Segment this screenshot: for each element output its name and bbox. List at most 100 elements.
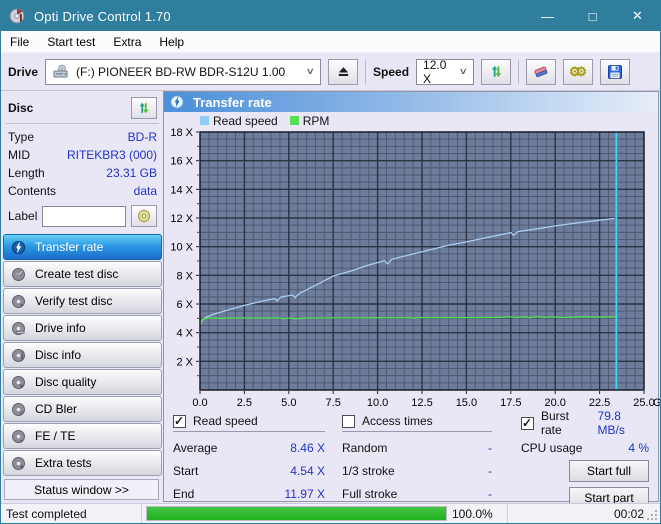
burst-rate-label: Burst rate (541, 409, 591, 437)
sidebar-item-label: Transfer rate (35, 240, 103, 254)
burst-rate-value: 79.8 MB/s (598, 409, 649, 437)
minimize-button[interactable]: — (525, 1, 570, 31)
sidebar-item-label: Create test disc (35, 267, 118, 281)
sidebar-item-label: Disc quality (35, 375, 96, 389)
disc-row-value: RITEKBR3 (000) (67, 148, 157, 162)
disc-row-value: 23.31 GB (106, 166, 157, 180)
access-times-checkbox[interactable] (342, 415, 355, 428)
close-button[interactable]: ✕ (615, 1, 660, 31)
x-tick-label: 22.5 (589, 397, 610, 409)
result-row-one-third-stroke: 1/3 stroke - (342, 464, 492, 478)
result-label: Average (173, 441, 217, 455)
legend-swatch-read-speed (200, 116, 209, 125)
result-label: 1/3 stroke (342, 464, 395, 478)
settings-button[interactable]: ⚙⚙ (563, 59, 593, 85)
sidebar-item-verify-test-disc[interactable]: Verify test disc (3, 288, 162, 314)
statusbar-separator (507, 504, 508, 523)
cpu-usage-value: 4 % (628, 441, 649, 455)
read-speed-label: Read speed (193, 414, 258, 428)
window-title: Opti Drive Control 1.70 (34, 9, 171, 24)
y-tick-label: 12 X (170, 213, 193, 225)
refresh-arrows-icon (137, 101, 151, 115)
y-tick-label: 4 X (176, 328, 193, 340)
cpu-usage-label: CPU usage (521, 441, 582, 455)
app-window: Opti Drive Control 1.70 — □ ✕ File Start… (0, 0, 661, 524)
progress-bar (146, 506, 447, 521)
read-speed-checkbox[interactable] (173, 415, 186, 428)
menu-start-test[interactable]: Start test (38, 31, 104, 52)
left-panel: Disc Type BD-R MID RITE (1, 91, 163, 503)
burst-rate-checkbox[interactable] (521, 417, 534, 430)
disc-icon (11, 402, 26, 417)
drive-label: Drive (8, 65, 38, 79)
disc-row-contents: Contents data (8, 182, 157, 200)
eject-button[interactable] (328, 59, 358, 85)
result-value: - (488, 441, 492, 455)
cd-icon (137, 209, 151, 223)
transfer-rate-panel: Transfer rate Read speed RPM 2 X4 X6 X8 … (163, 91, 659, 502)
save-button[interactable] (600, 59, 630, 85)
disc-row-label: Contents (8, 184, 56, 198)
result-label: Start (173, 464, 198, 478)
speed-select[interactable]: 12.0 X ∨ (416, 59, 474, 85)
sidebar-item-cd-bler[interactable]: CD Bler (3, 396, 162, 422)
result-label: Full stroke (342, 487, 397, 501)
disc-row-value[interactable]: data (134, 184, 157, 198)
disc-row-value: BD-R (128, 130, 157, 144)
sidebar-item-drive-info[interactable]: Drive info (3, 315, 162, 341)
disc-bolt-icon (11, 240, 26, 255)
resize-grip-icon[interactable] (644, 509, 658, 523)
x-tick-label: 7.5 (326, 397, 341, 409)
y-tick-label: 14 X (170, 184, 193, 196)
refresh-speeds-button[interactable] (481, 59, 511, 85)
result-value: 8.46 X (290, 441, 325, 455)
sidebar-item-extra-tests[interactable]: Extra tests (3, 450, 162, 476)
sidebar-item-label: Disc info (35, 348, 81, 362)
result-label: End (173, 487, 194, 501)
erase-disc-button[interactable] (526, 59, 556, 85)
start-full-button[interactable]: Start full (569, 460, 649, 482)
toolbar-separator (518, 60, 519, 84)
sidebar-item-create-test-disc[interactable]: Create test disc (3, 261, 162, 287)
sidebar-item-disc-info[interactable]: Disc info (3, 342, 162, 368)
disc-bolt-icon (170, 95, 184, 109)
maximize-button[interactable]: □ (570, 1, 615, 31)
status-window-button[interactable]: Status window >> (4, 479, 159, 500)
drive-select[interactable]: (F:) PIONEER BD-RW BDR-S12U 1.00 ∨ (45, 59, 321, 85)
y-tick-label: 6 X (176, 299, 193, 311)
drive-value: (F:) PIONEER BD-RW BDR-S12U 1.00 (76, 65, 285, 79)
result-row-start: Start 4.54 X (173, 464, 325, 478)
label-field-label: Label (8, 209, 37, 223)
x-tick-label: 25.0 (633, 397, 654, 409)
refresh-disc-button[interactable] (131, 97, 157, 119)
sidebar-item-transfer-rate[interactable]: Transfer rate (3, 234, 162, 260)
sidebar-item-label: CD Bler (35, 402, 77, 416)
result-row-random: Random - (342, 441, 492, 455)
x-tick-label: 15.0 (456, 397, 477, 409)
sidebar-item-label: Verify test disc (35, 294, 112, 308)
label-input[interactable] (42, 206, 126, 227)
disc-icon (11, 348, 26, 363)
x-tick-label: 0.0 (192, 397, 207, 409)
sidebar-item-label: FE / TE (35, 429, 75, 443)
sidebar-item-fe-te[interactable]: FE / TE (3, 423, 162, 449)
disc-icon (11, 429, 26, 444)
progress-percent: 100.0% (452, 507, 507, 521)
disc-row-mid: MID RITEKBR3 (000) (8, 146, 157, 164)
menu-file[interactable]: File (1, 31, 38, 52)
y-tick-label: 16 X (170, 156, 193, 168)
x-tick-label: 5.0 (281, 397, 296, 409)
legend-label: RPM (303, 114, 330, 128)
disc-icon (11, 456, 26, 471)
burst-rate-results: Burst rate 79.8 MB/s CPU usage 4 % Start… (521, 414, 649, 509)
x-tick-label: 20.0 (544, 397, 565, 409)
toolbar: Drive (F:) PIONEER BD-RW BDR-S12U 1.00 ∨ (1, 53, 660, 90)
disc-row-label: Length (8, 166, 45, 180)
menu-bar: File Start test Extra Help (1, 31, 660, 53)
result-label: Random (342, 441, 387, 455)
menu-help[interactable]: Help (150, 31, 193, 52)
sidebar-item-disc-quality[interactable]: Disc quality (3, 369, 162, 395)
disc-label-button[interactable] (131, 205, 157, 227)
menu-extra[interactable]: Extra (104, 31, 150, 52)
sidebar: Transfer rate Create test disc Verify te… (3, 234, 162, 477)
